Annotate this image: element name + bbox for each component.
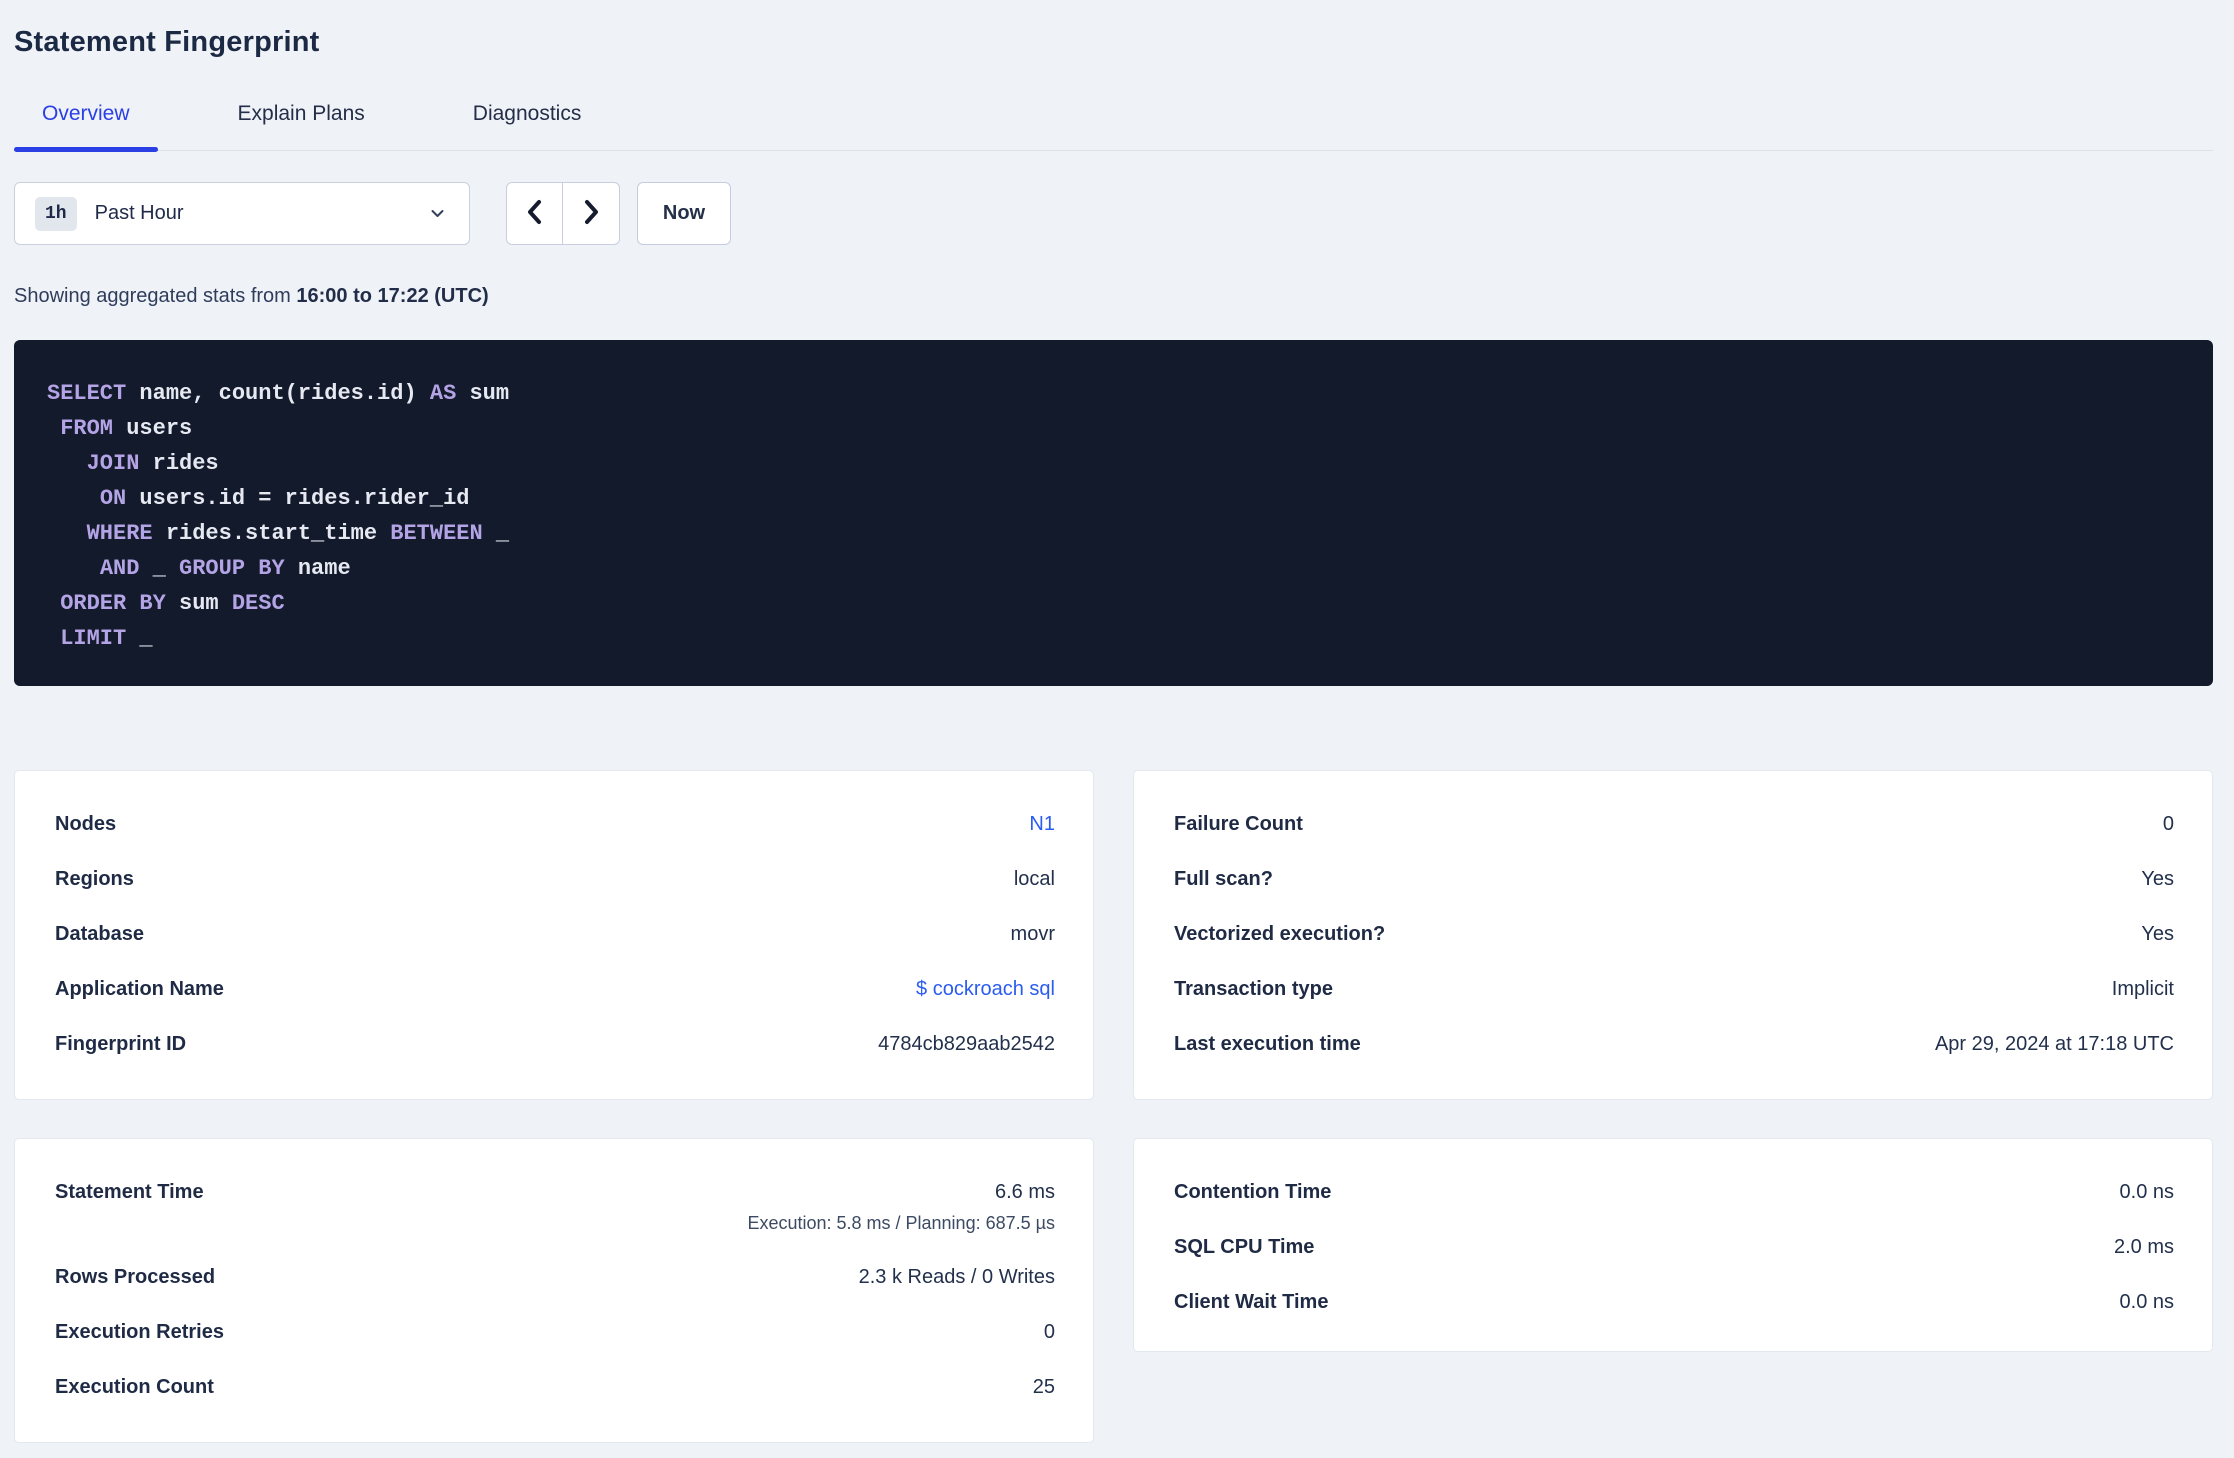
statement-timing-card: Statement Time 6.6 ms Execution: 5.8 ms … [14, 1138, 1094, 1443]
full-scan-label: Full scan? [1174, 868, 1273, 890]
time-step-buttons [506, 182, 620, 245]
client-wait-time-label: Client Wait Time [1174, 1291, 1329, 1313]
statement-time-values: 6.6 ms Execution: 5.8 ms / Planning: 687… [747, 1181, 1055, 1233]
aggregation-note: Showing aggregated stats from 16:00 to 1… [14, 285, 2213, 307]
aggregation-note-range: 16:00 to 17:22 (UTC) [296, 285, 489, 307]
regions-value: local [1013, 868, 1055, 890]
tab-overview-label: Overview [42, 102, 130, 125]
transaction-type-label: Transaction type [1174, 978, 1333, 1000]
last-execution-time-value: Apr 29, 2024 at 17:18 UTC [1934, 1033, 2174, 1055]
statement-time-breakdown: Execution: 5.8 ms / Planning: 687.5 µs [747, 1213, 1055, 1233]
row-contention-time: Contention Time 0.0 ns [1174, 1181, 2174, 1203]
database-value: movr [1010, 923, 1055, 945]
statement-time-label: Statement Time [55, 1181, 204, 1203]
row-failure-count: Failure Count 0 [1174, 813, 2174, 835]
row-sql-cpu-time: SQL CPU Time 2.0 ms [1174, 1236, 2174, 1258]
statement-time-value: 6.6 ms [994, 1181, 1055, 1203]
row-fingerprint-id: Fingerprint ID 4784cb829aab2542 [55, 1033, 1055, 1055]
sql-line: LIMIT _ [60, 626, 153, 651]
contention-time-label: Contention Time [1174, 1181, 1332, 1203]
page-title: Statement Fingerprint [14, 26, 320, 58]
execution-count-label: Execution Count [55, 1376, 214, 1398]
tab-explain-plans[interactable]: Explain Plans [210, 102, 393, 150]
tab-diagnostics[interactable]: Diagnostics [445, 102, 610, 150]
execution-attributes-card: Failure Count 0 Full scan? Yes Vectorize… [1133, 770, 2213, 1100]
sql-line: AND _ GROUP BY name [99, 556, 351, 581]
tab-bar: Overview Explain Plans Diagnostics [14, 102, 2213, 152]
tab-diagnostics-label: Diagnostics [472, 102, 582, 125]
application-name-label: Application Name [55, 978, 224, 1000]
time-range-label: Past Hour [94, 202, 184, 224]
failure-count-label: Failure Count [1174, 813, 1303, 835]
fingerprint-id-value: 4784cb829aab2542 [878, 1033, 1055, 1055]
sql-line: ORDER BY sum DESC [60, 591, 285, 616]
chevron-down-icon [428, 204, 447, 223]
chevron-left-icon [523, 198, 547, 229]
chevron-right-icon [579, 198, 603, 229]
row-transaction-type: Transaction type Implicit [1174, 978, 2174, 1000]
tab-explain-plans-label: Explain Plans [237, 102, 365, 125]
sql-line: ON users.id = rides.rider_id [99, 486, 470, 511]
sql-line: JOIN rides [86, 451, 219, 476]
execution-retries-value: 0 [1043, 1321, 1055, 1343]
next-time-button[interactable] [563, 183, 619, 244]
fingerprint-id-label: Fingerprint ID [55, 1033, 187, 1055]
row-vectorized-execution: Vectorized execution? Yes [1174, 923, 2174, 945]
row-rows-processed: Rows Processed 2.3 k Reads / 0 Writes [55, 1266, 1055, 1288]
now-button[interactable]: Now [637, 182, 731, 245]
prev-time-button[interactable] [507, 183, 563, 244]
time-range-badge: 1h [35, 196, 77, 231]
nodes-link[interactable]: N1 [1029, 813, 1055, 835]
row-statement-time: Statement Time 6.6 ms Execution: 5.8 ms … [55, 1181, 1055, 1233]
statement-fingerprint-page: Statement Fingerprint Overview Explain P… [0, 0, 2234, 1443]
row-database: Database movr [55, 923, 1055, 945]
sql-line: SELECT name, count(rides.id) AS sum [47, 381, 510, 406]
application-name-link[interactable]: $ cockroach sql [916, 978, 1055, 1000]
sql-cpu-time-label: SQL CPU Time [1174, 1236, 1315, 1258]
row-regions: Regions local [55, 868, 1055, 890]
last-execution-time-label: Last execution time [1174, 1033, 1361, 1055]
row-last-execution-time: Last execution time Apr 29, 2024 at 17:1… [1174, 1033, 2174, 1055]
row-nodes: Nodes N1 [55, 813, 1055, 835]
vectorized-execution-value: Yes [2141, 923, 2174, 945]
row-client-wait-time: Client Wait Time 0.0 ns [1174, 1291, 2174, 1313]
rows-processed-value: 2.3 k Reads / 0 Writes [858, 1266, 1055, 1288]
row-execution-count: Execution Count 25 [55, 1376, 1055, 1398]
client-wait-time-value: 0.0 ns [2119, 1291, 2174, 1313]
execution-retries-label: Execution Retries [55, 1321, 224, 1343]
database-label: Database [55, 923, 144, 945]
contention-time-value: 0.0 ns [2119, 1181, 2174, 1203]
row-full-scan: Full scan? Yes [1174, 868, 2174, 890]
full-scan-value: Yes [2141, 868, 2174, 890]
execution-count-value: 25 [1032, 1376, 1055, 1398]
regions-label: Regions [55, 868, 134, 890]
summary-cards: Nodes N1 Regions local Database movr App… [14, 770, 2213, 1443]
vectorized-execution-label: Vectorized execution? [1174, 923, 1386, 945]
sql-cpu-time-value: 2.0 ms [2113, 1236, 2174, 1258]
wait-time-card: Contention Time 0.0 ns SQL CPU Time 2.0 … [1133, 1138, 2213, 1352]
sql-statement-box: SELECT name, count(rides.id) AS sum FROM… [14, 340, 2213, 686]
rows-processed-label: Rows Processed [55, 1266, 216, 1288]
aggregation-note-prefix: Showing aggregated stats from [14, 285, 297, 307]
sql-line: WHERE rides.start_time BETWEEN _ [86, 521, 510, 546]
statement-info-card: Nodes N1 Regions local Database movr App… [14, 770, 1094, 1100]
row-execution-retries: Execution Retries 0 [55, 1321, 1055, 1343]
sql-line: FROM users [60, 416, 193, 441]
tab-overview[interactable]: Overview [14, 102, 158, 152]
transaction-type-value: Implicit [2111, 978, 2174, 1000]
time-toolbar: 1h Past Hour Now [14, 182, 2213, 245]
failure-count-value: 0 [2162, 813, 2174, 835]
nodes-label: Nodes [55, 813, 117, 835]
row-application-name: Application Name $ cockroach sql [55, 978, 1055, 1000]
time-range-dropdown[interactable]: 1h Past Hour [14, 182, 470, 245]
